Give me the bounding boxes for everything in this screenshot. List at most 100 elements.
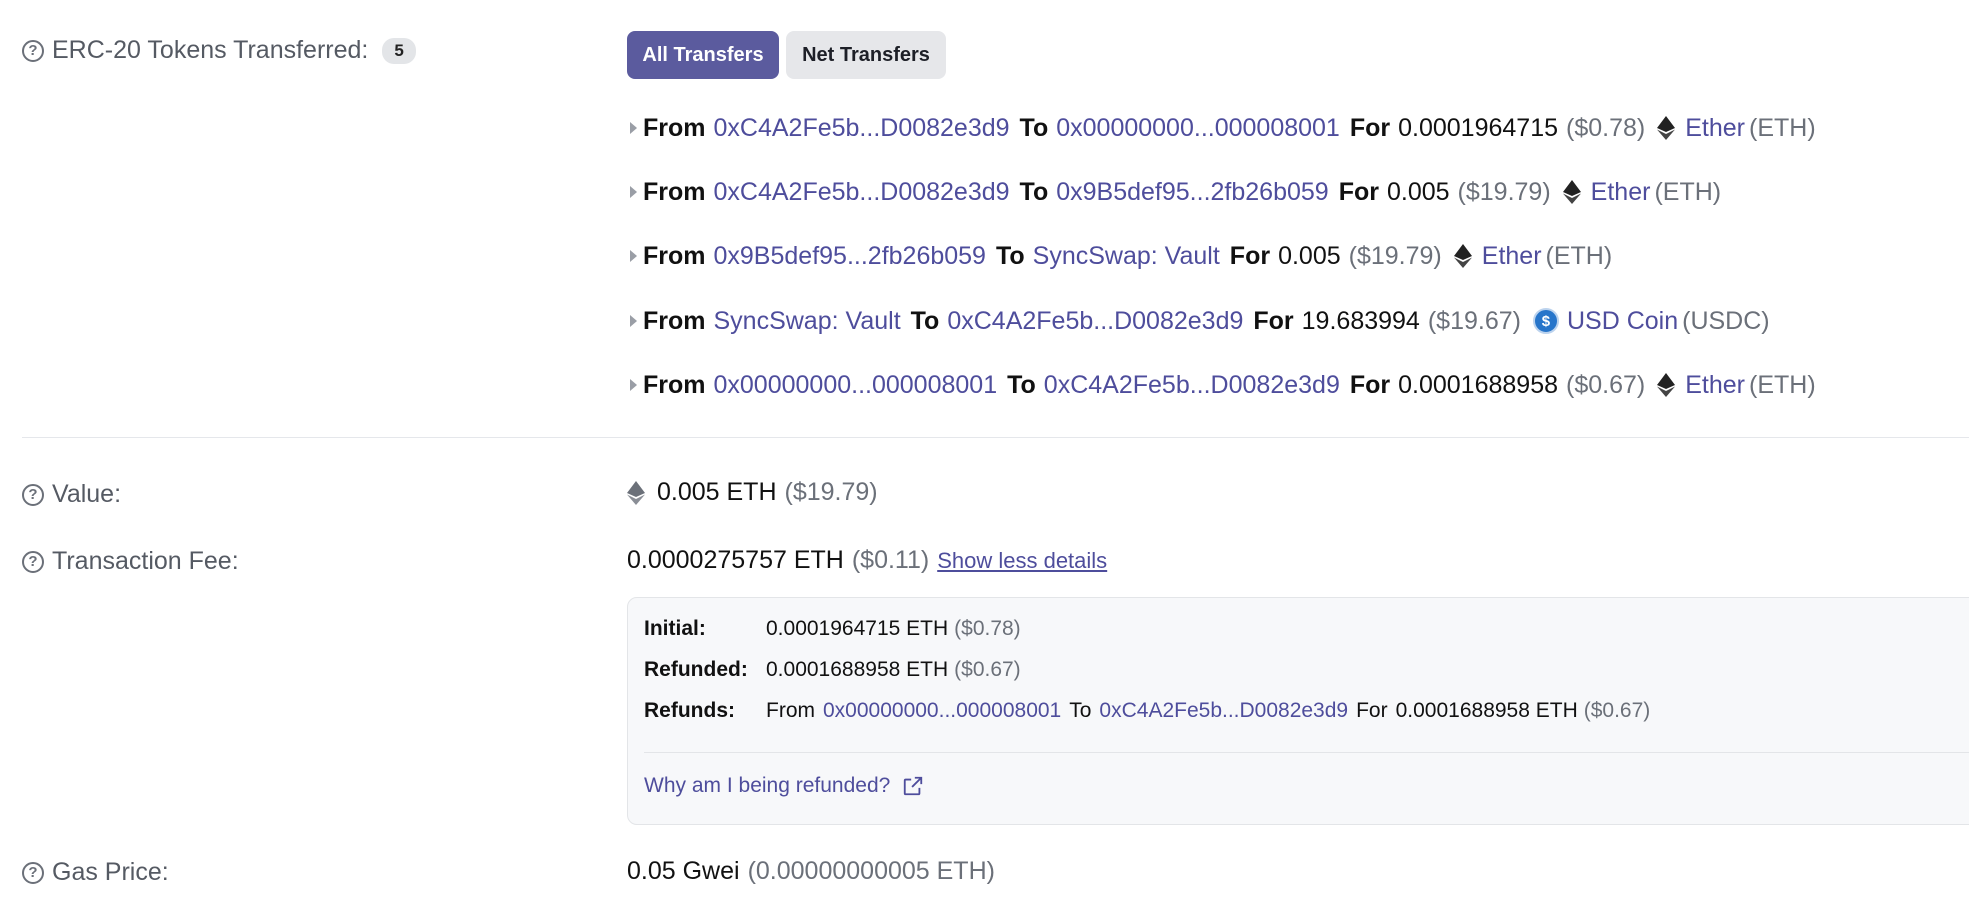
transfer-amount: 0.0001688958 (1398, 370, 1559, 399)
refunded-usd: ($0.67) (954, 658, 1021, 681)
from-address-link[interactable]: 0x00000000...000008001 (714, 371, 998, 400)
help-icon[interactable]: ? (22, 861, 44, 884)
help-icon[interactable]: ? (22, 39, 44, 62)
ethereum-icon (1562, 180, 1581, 204)
token-symbol: (ETH) (1749, 370, 1816, 399)
gas-amount-row: 0.05 Gwei (0.00000000005 ETH) (627, 857, 995, 886)
why-refunded-link[interactable]: Why am I being refunded? (644, 774, 924, 798)
refund-usd: ($0.67) (1583, 699, 1651, 722)
fee-amount: 0.0000275757 ETH (627, 546, 844, 574)
transfer-row: From 0x00000000...000008001 To 0xC4A2Fe5… (627, 365, 1816, 405)
token-link[interactable]: Ether (1685, 114, 1745, 143)
token-symbol: (USDC) (1682, 306, 1770, 335)
details-divider (644, 752, 1969, 753)
value-amount: 0.005 ETH (657, 478, 777, 506)
initial-amount: 0.0001964715 ETH (766, 617, 949, 640)
transfer-amount: 0.0001964715 (1398, 113, 1559, 142)
gas-label: Gas Price: (52, 858, 169, 886)
fee-details-panel: Initial: 0.0001964715 ETH ($0.78) Refund… (627, 597, 1969, 825)
transfer-usd: ($19.79) (1348, 241, 1442, 270)
for-keyword: For (1253, 306, 1294, 335)
gas-eth: (0.00000000005 ETH) (747, 857, 995, 885)
transfer-row: From 0xC4A2Fe5b...D0082e3d9 To 0x9B5def9… (627, 172, 1721, 212)
gas-amount: 0.05 Gwei (627, 857, 740, 885)
to-keyword: To (995, 241, 1025, 270)
from-address-link[interactable]: 0xC4A2Fe5b...D0082e3d9 (714, 178, 1010, 207)
transfer-usd: ($0.67) (1566, 370, 1646, 399)
expand-caret-icon[interactable] (630, 186, 637, 198)
for-keyword: For (1349, 370, 1391, 399)
token-symbol: (ETH) (1545, 241, 1613, 270)
fee-label: Transaction Fee: (52, 547, 239, 575)
initial-label: Initial: (644, 617, 706, 640)
expand-caret-icon[interactable] (630, 122, 637, 134)
transfer-usd: ($0.78) (1566, 113, 1646, 142)
from-keyword: From (643, 241, 706, 270)
value-usd: ($19.79) (784, 478, 878, 506)
refund-from-address-link[interactable]: 0x00000000...000008001 (823, 699, 1061, 723)
for-keyword: For (1338, 177, 1379, 206)
token-symbol: (ETH) (1654, 177, 1722, 206)
transaction-details: ? ERC-20 Tokens Transferred: 5 All Trans… (0, 0, 1969, 914)
from-keyword: From (643, 177, 706, 206)
token-symbol: (ETH) (1749, 113, 1816, 142)
external-link-icon (904, 776, 923, 796)
transfer-usd: ($19.79) (1457, 177, 1551, 206)
expand-caret-icon[interactable] (630, 379, 637, 391)
refunded-label: Refunded: (644, 658, 748, 681)
show-less-details-link[interactable]: Show less details (937, 548, 1107, 574)
ethereum-icon (1657, 116, 1676, 140)
expand-caret-icon[interactable] (630, 315, 637, 327)
to-address-link[interactable]: SyncSwap: Vault (1033, 242, 1220, 271)
all-transfers-button[interactable]: All Transfers (627, 31, 779, 79)
section-divider (22, 437, 1969, 438)
transfer-amount: 0.005 (1278, 241, 1341, 270)
transfer-row: From SyncSwap: Vault To 0xC4A2Fe5b...D00… (627, 301, 1770, 341)
from-address-link[interactable]: 0xC4A2Fe5b...D0082e3d9 (714, 114, 1010, 143)
gas-label-row: ? Gas Price: (22, 858, 169, 887)
value-label: Value: (52, 480, 122, 508)
from-address-link[interactable]: SyncSwap: Vault (714, 307, 901, 336)
from-keyword: From (643, 306, 706, 335)
refund-to-address-link[interactable]: 0xC4A2Fe5b...D0082e3d9 (1099, 699, 1348, 723)
to-address-link[interactable]: 0xC4A2Fe5b...D0082e3d9 (1044, 371, 1340, 400)
to-address-link[interactable]: 0x00000000...000008001 (1056, 114, 1340, 143)
to-keyword: To (1019, 177, 1049, 206)
help-icon[interactable]: ? (22, 550, 44, 573)
refund-amount: 0.0001688958 ETH (1395, 699, 1578, 722)
to-keyword: To (910, 306, 940, 335)
to-address-link[interactable]: 0xC4A2Fe5b...D0082e3d9 (947, 307, 1243, 336)
from-keyword: From (643, 113, 706, 142)
for-keyword: For (1229, 241, 1271, 270)
value-label-row: ? Value: (22, 480, 121, 509)
token-link[interactable]: USD Coin (1567, 307, 1678, 336)
token-link[interactable]: Ether (1591, 178, 1651, 207)
fee-usd: ($0.11) (851, 546, 930, 574)
transfer-usd: ($19.67) (1427, 306, 1521, 335)
usdc-icon: $ (1532, 308, 1559, 334)
ethereum-icon (627, 480, 645, 505)
refund-from-keyword: From (766, 699, 815, 722)
help-icon[interactable]: ? (22, 483, 44, 506)
initial-row: Initial: 0.0001964715 ETH ($0.78) (644, 617, 1021, 641)
refunded-amount: 0.0001688958 ETH (766, 658, 949, 681)
net-transfers-button[interactable]: Net Transfers (786, 31, 946, 79)
transfer-count-badge: 5 (382, 37, 416, 64)
fee-amount-row: 0.0000275757 ETH ($0.11) Show less detai… (627, 546, 1107, 575)
refunded-row: Refunded: 0.0001688958 ETH ($0.67) (644, 658, 1021, 682)
erc20-label: ERC-20 Tokens Transferred: (52, 36, 369, 64)
from-address-link[interactable]: 0x9B5def95...2fb26b059 (714, 242, 986, 271)
from-keyword: From (643, 370, 706, 399)
to-address-link[interactable]: 0x9B5def95...2fb26b059 (1056, 178, 1328, 207)
token-link[interactable]: Ether (1685, 371, 1745, 400)
refund-to-keyword: To (1069, 699, 1092, 722)
token-link[interactable]: Ether (1482, 242, 1542, 271)
ethereum-icon (1453, 244, 1472, 268)
transfer-amount: 0.005 (1386, 177, 1450, 206)
transfer-amount: 19.683994 (1301, 306, 1420, 335)
initial-usd: ($0.78) (954, 617, 1021, 640)
expand-caret-icon[interactable] (630, 250, 637, 262)
refunds-label: Refunds: (644, 699, 735, 722)
to-keyword: To (1019, 113, 1049, 142)
value-amount-row: 0.005 ETH ($19.79) (627, 478, 878, 507)
